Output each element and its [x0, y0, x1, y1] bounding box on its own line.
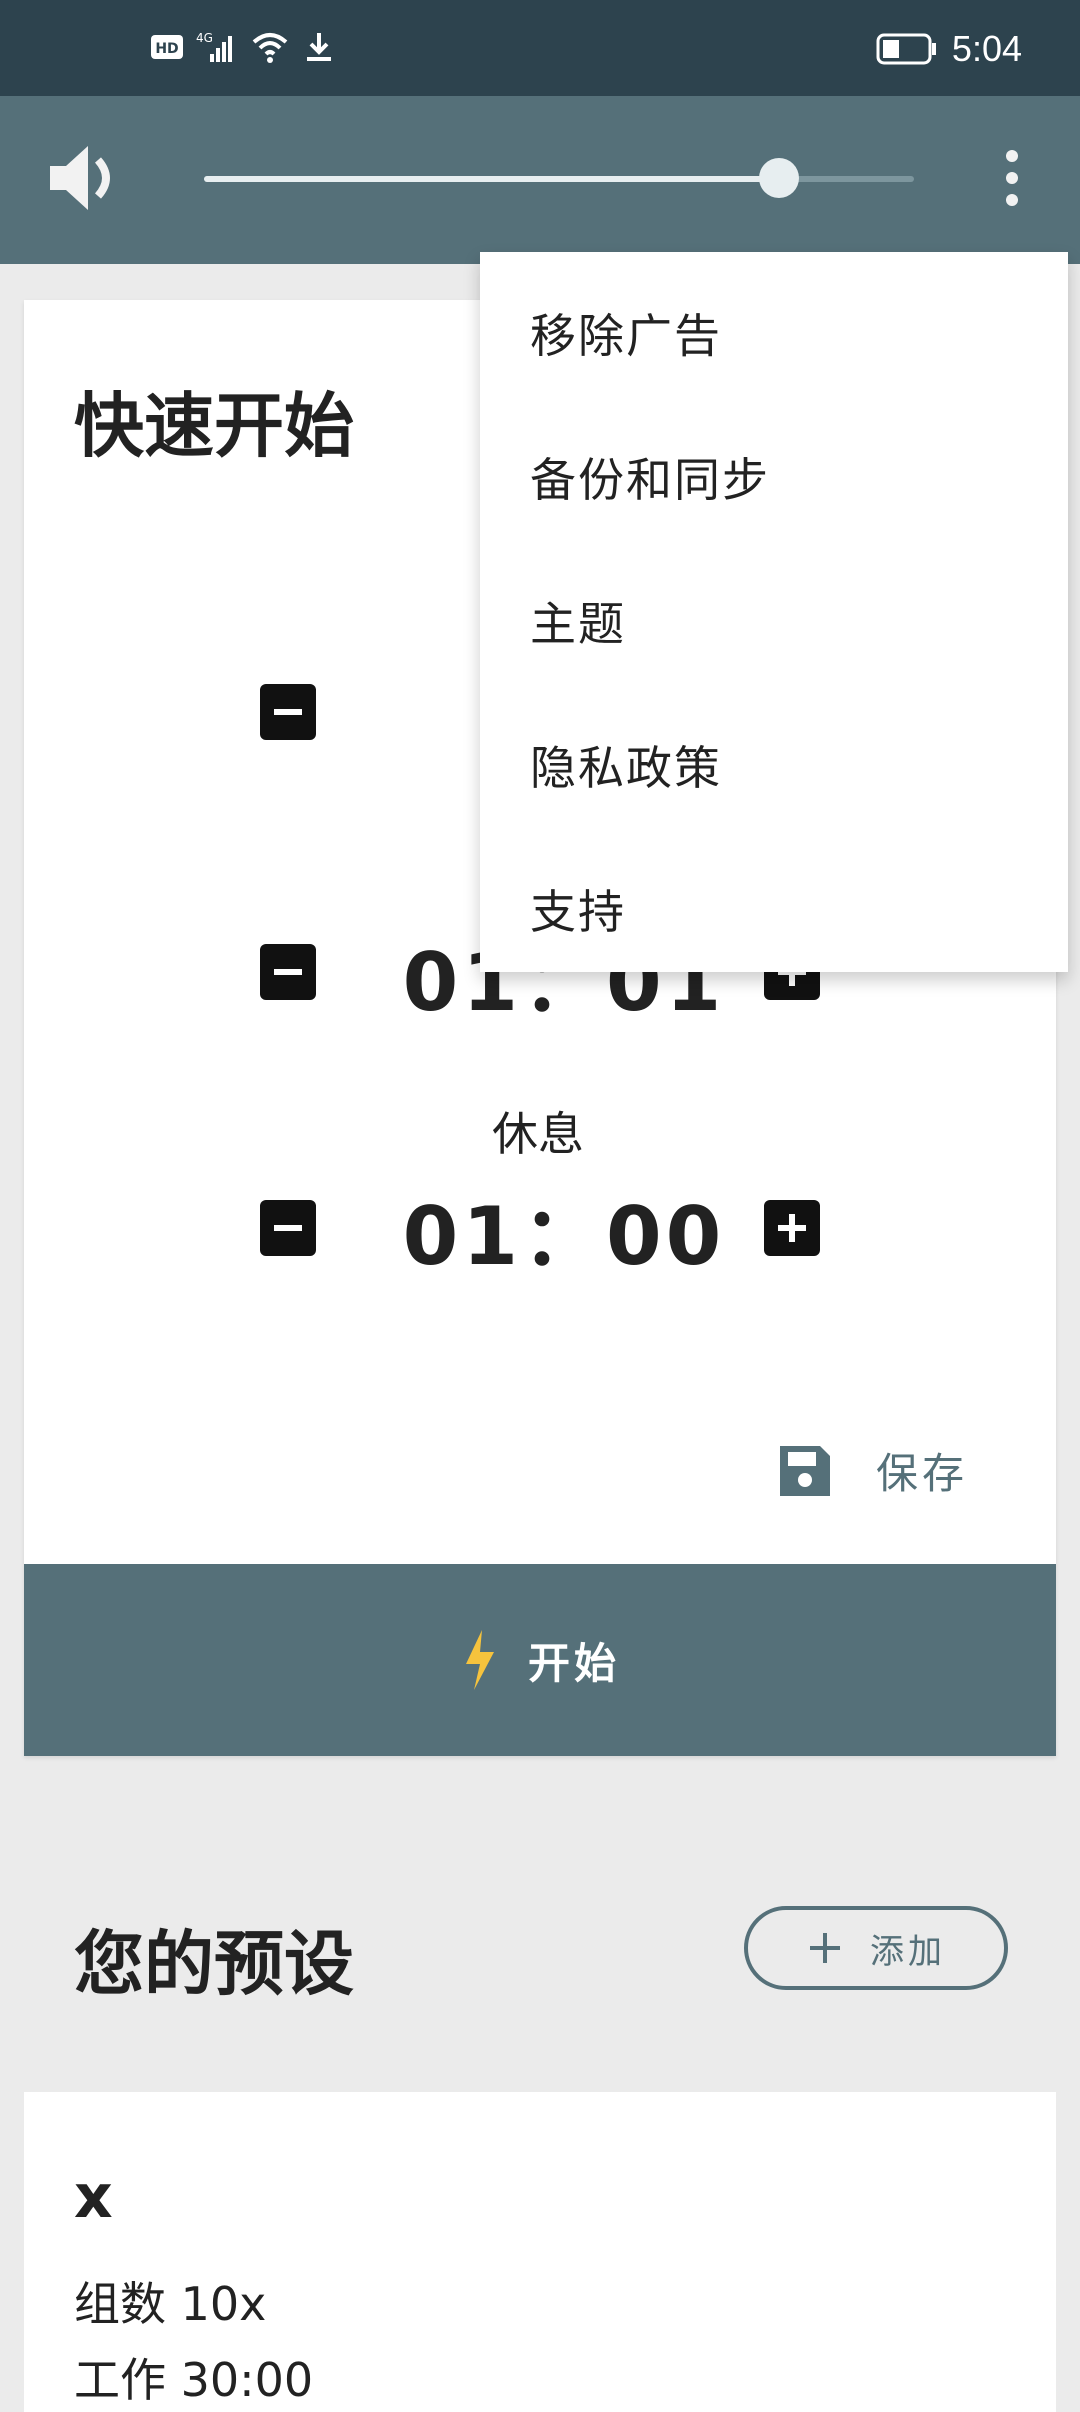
rest-decrement-button[interactable] — [260, 1200, 316, 1256]
status-bar: HD 4G 5:04 — [0, 0, 1080, 96]
toolbar — [0, 96, 1080, 264]
save-button[interactable]: 保存 — [776, 1440, 968, 1501]
preset-name: x — [74, 2162, 113, 2232]
row1-decrement-button[interactable] — [260, 684, 316, 740]
wifi-icon — [252, 33, 288, 63]
battery-icon — [876, 33, 936, 65]
preset-work-value: 30:00 — [180, 2353, 314, 2407]
volume-slider-thumb[interactable] — [759, 158, 799, 198]
status-icons-left: HD 4G — [150, 30, 336, 64]
rest-increment-button[interactable] — [764, 1200, 820, 1256]
presets-title: 您的预设 — [74, 1923, 354, 2005]
rest-label: 休息 — [492, 1107, 584, 1161]
start-label: 开始 — [527, 1638, 620, 1688]
signal-4g-icon: 4G — [196, 31, 232, 62]
menu-item-support[interactable]: 支持 — [530, 876, 626, 942]
more-options-icon[interactable] — [972, 138, 1052, 218]
rest-time-value: 01：00 — [402, 1190, 726, 1283]
menu-item-theme[interactable]: 主题 — [530, 588, 626, 654]
menu-item-backup-sync[interactable]: 备份和同步 — [530, 444, 770, 510]
start-button[interactable]: 开始 — [24, 1564, 1056, 1756]
add-preset-button[interactable]: 添加 — [744, 1906, 1008, 1990]
download-icon — [307, 33, 331, 61]
menu-item-remove-ads[interactable]: 移除广告 — [530, 300, 722, 366]
preset-sets-line: 组数 10x — [74, 2268, 266, 2334]
preset-sets-value: 10x — [180, 2277, 267, 2331]
save-icon — [779, 1445, 830, 1496]
preset-work-line: 工作 30:00 — [74, 2344, 313, 2410]
status-time: 5:04 — [951, 28, 1022, 69]
status-icons-right: 5:04 — [876, 28, 1022, 70]
volume-icon[interactable] — [44, 138, 124, 218]
menu-item-privacy-policy[interactable]: 隐私政策 — [530, 732, 722, 798]
add-label: 添加 — [870, 1931, 946, 1972]
quick-start-title: 快速开始 — [74, 385, 354, 467]
volume-slider[interactable] — [204, 158, 914, 198]
lightning-icon — [465, 1630, 494, 1690]
hd-icon: HD — [151, 35, 183, 59]
volume-slider-fill — [204, 176, 779, 182]
save-label: 保存 — [875, 1449, 968, 1498]
svg-text:HD: HD — [155, 41, 178, 57]
plus-icon — [810, 1933, 840, 1963]
overflow-menu: 移除广告 备份和同步 主题 隐私政策 支持 — [480, 252, 1068, 972]
svg-text:4G: 4G — [196, 31, 213, 45]
preset-card[interactable]: x 组数 10x 工作 30:00 — [24, 2092, 1056, 2412]
row2-decrement-button[interactable] — [260, 944, 316, 1000]
preset-sets-label: 组数 — [74, 2277, 166, 2331]
preset-work-label: 工作 — [74, 2353, 166, 2407]
